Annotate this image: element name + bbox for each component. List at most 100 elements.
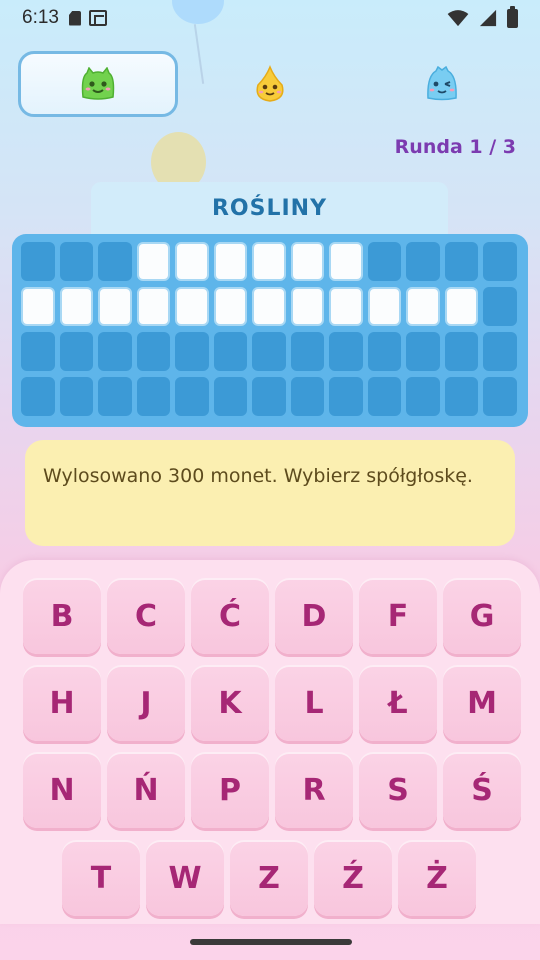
empty-tile <box>483 242 517 281</box>
letter-key[interactable]: G <box>443 578 521 654</box>
signal-icon <box>479 9 497 27</box>
empty-tile <box>406 332 440 371</box>
hidden-letter-tile <box>213 287 247 326</box>
letter-key[interactable]: F <box>359 578 437 654</box>
empty-tile <box>59 332 93 371</box>
empty-tile <box>444 377 478 416</box>
keyboard-row-3: NŃPRSŚ <box>23 752 521 828</box>
letter-key[interactable]: Ń <box>107 752 185 828</box>
empty-tile <box>21 332 55 371</box>
letter-key[interactable]: L <box>275 665 353 741</box>
screenshot-icon <box>88 10 107 26</box>
letter-key[interactable]: J <box>107 665 185 741</box>
letter-key[interactable]: H <box>23 665 101 741</box>
status-bar: 6:13 <box>0 0 540 36</box>
empty-tile <box>444 332 478 371</box>
keyboard-row-4: TWZŹŻ <box>62 840 476 916</box>
empty-tile <box>367 332 401 371</box>
hidden-letter-tile <box>21 287 55 326</box>
category-label: ROŚLINY <box>91 182 448 234</box>
hidden-letter-tile <box>290 242 324 281</box>
hidden-letter-tile <box>136 287 170 326</box>
letter-key[interactable]: N <box>23 752 101 828</box>
letter-key[interactable]: Z <box>230 840 308 916</box>
message-box: Wylosowano 300 monet. Wybierz spółgłoskę… <box>25 440 515 546</box>
hidden-letter-tile <box>175 287 209 326</box>
wifi-icon <box>447 10 469 27</box>
board-row <box>21 332 519 371</box>
round-label: Runda 1 / 3 <box>394 136 516 158</box>
home-indicator[interactable] <box>190 939 352 945</box>
keyboard-row-1: BCĆDFG <box>23 578 521 654</box>
letter-key[interactable]: R <box>275 752 353 828</box>
sd-card-icon <box>68 10 81 26</box>
player-tabs <box>18 51 522 117</box>
hidden-letter-tile <box>252 287 286 326</box>
empty-tile <box>406 377 440 416</box>
empty-tile <box>59 377 93 416</box>
green-slime-icon <box>81 67 115 100</box>
letter-key[interactable]: Ź <box>314 840 392 916</box>
hidden-letter-tile <box>367 287 401 326</box>
letter-key[interactable]: K <box>191 665 269 741</box>
empty-tile <box>290 332 324 371</box>
empty-tile <box>213 332 247 371</box>
board-row <box>21 377 519 416</box>
letter-key[interactable]: S <box>359 752 437 828</box>
letter-key[interactable]: C <box>107 578 185 654</box>
player-tab-3[interactable] <box>362 51 522 117</box>
empty-tile <box>59 242 93 281</box>
empty-tile <box>406 242 440 281</box>
letter-key[interactable]: M <box>443 665 521 741</box>
status-left-icons <box>68 10 107 26</box>
letter-key[interactable]: Ś <box>443 752 521 828</box>
empty-tile <box>483 332 517 371</box>
board-row <box>21 287 519 326</box>
hidden-letter-tile <box>213 242 247 281</box>
letter-key[interactable]: Ć <box>191 578 269 654</box>
empty-tile <box>329 377 363 416</box>
letter-key[interactable]: T <box>62 840 140 916</box>
empty-tile <box>483 377 517 416</box>
battery-icon <box>507 5 518 28</box>
blue-ghost-icon <box>427 66 457 101</box>
empty-tile <box>136 377 170 416</box>
empty-tile <box>444 242 478 281</box>
empty-tile <box>175 332 209 371</box>
empty-tile <box>329 332 363 371</box>
hidden-letter-tile <box>59 287 93 326</box>
hidden-letter-tile <box>136 242 170 281</box>
empty-tile <box>252 377 286 416</box>
board-row <box>21 242 519 281</box>
empty-tile <box>136 332 170 371</box>
empty-tile <box>21 377 55 416</box>
empty-tile <box>175 377 209 416</box>
letter-key[interactable]: Ż <box>398 840 476 916</box>
empty-tile <box>98 332 132 371</box>
empty-tile <box>290 377 324 416</box>
letter-key[interactable]: P <box>191 752 269 828</box>
empty-tile <box>98 377 132 416</box>
status-time: 6:13 <box>22 7 59 28</box>
empty-tile <box>213 377 247 416</box>
player-tab-1[interactable] <box>18 51 178 117</box>
hidden-letter-tile <box>252 242 286 281</box>
letter-key[interactable]: D <box>275 578 353 654</box>
empty-tile <box>367 242 401 281</box>
hidden-letter-tile <box>406 287 440 326</box>
hidden-letter-tile <box>329 242 363 281</box>
letter-key[interactable]: Ł <box>359 665 437 741</box>
empty-tile <box>98 242 132 281</box>
puzzle-board <box>12 234 528 427</box>
status-right-icons <box>447 5 518 28</box>
empty-tile <box>252 332 286 371</box>
empty-tile <box>483 287 517 326</box>
letter-key[interactable]: W <box>146 840 224 916</box>
yellow-drop-icon <box>256 65 284 102</box>
letter-key[interactable]: B <box>23 578 101 654</box>
hidden-letter-tile <box>98 287 132 326</box>
empty-tile <box>367 377 401 416</box>
player-tab-2[interactable] <box>190 51 350 117</box>
hidden-letter-tile <box>444 287 478 326</box>
hidden-letter-tile <box>290 287 324 326</box>
